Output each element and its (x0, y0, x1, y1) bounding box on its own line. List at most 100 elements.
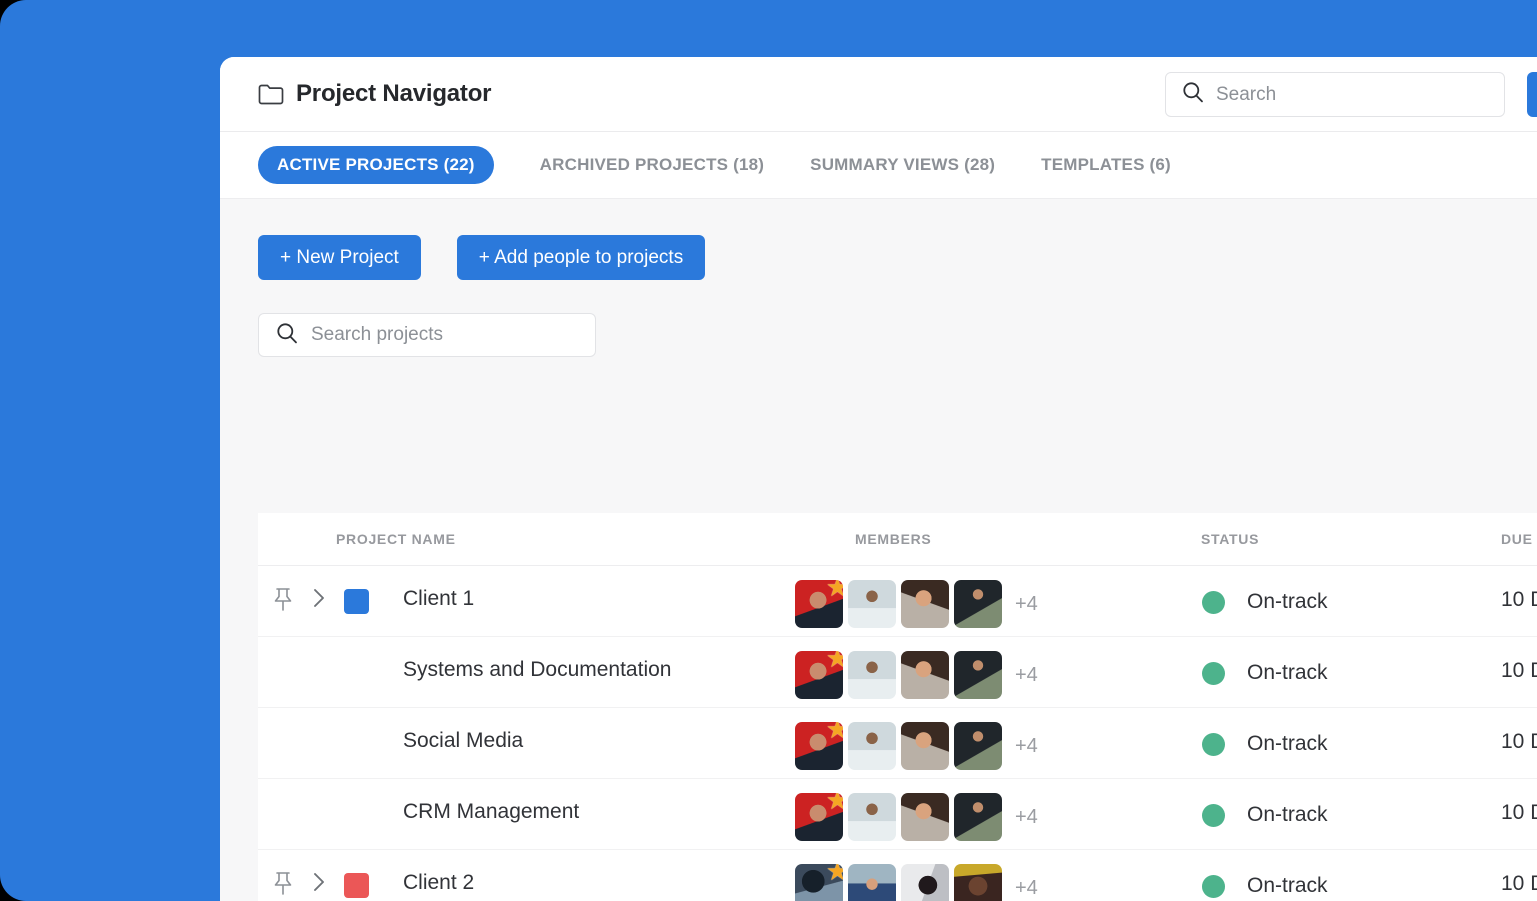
star-icon: ★ (825, 722, 843, 744)
action-buttons: + New Project + Add people to projects (220, 199, 1537, 280)
member-avatars[interactable]: ★ +4 (795, 864, 1038, 901)
project-search-input[interactable]: Search projects (258, 313, 596, 357)
new-project-button[interactable]: + New Project (258, 235, 421, 280)
status-badge: On-track (1202, 661, 1328, 685)
avatar[interactable]: ★ (795, 651, 843, 699)
column-header-project-name: PROJECT NAME (336, 531, 456, 547)
table-row[interactable]: Systems and Documentation ★ +4 On-track 10 D (258, 637, 1537, 708)
chevron-right-icon[interactable] (312, 587, 326, 614)
tab-active-projects[interactable]: ACTIVE PROJECTS (22) (258, 146, 494, 184)
member-avatars[interactable]: ★ +4 (795, 651, 1038, 699)
title-bar-right: Search (1165, 57, 1537, 132)
add-people-button[interactable]: + Add people to projects (456, 235, 706, 280)
table-body: Client 1★+4On-track10 DSystems and Docum… (258, 566, 1537, 901)
avatar[interactable]: ★ (795, 864, 843, 901)
avatar[interactable] (954, 580, 1002, 628)
projects-table: PROJECT NAME MEMBERS STATUS DUE D Client… (258, 513, 1537, 901)
project-search-placeholder: Search projects (311, 324, 444, 345)
tab-summary-views[interactable]: SUMMARY VIEWS (28) (810, 146, 995, 184)
avatar[interactable] (901, 722, 949, 770)
column-header-members: MEMBERS (855, 531, 932, 547)
project-name: Systems and Documentation (403, 658, 672, 681)
status-dot (1202, 661, 1225, 685)
column-header-due-date: DUE D (1501, 531, 1537, 547)
member-overflow-count: +4 (1015, 805, 1038, 828)
avatar[interactable] (954, 864, 1002, 901)
status-dot (1202, 803, 1225, 827)
avatar[interactable]: ★ (795, 793, 843, 841)
content-area: + New Project + Add people to projects S… (220, 199, 1537, 901)
avatar[interactable]: ★ (795, 722, 843, 770)
avatar[interactable] (848, 580, 896, 628)
search-icon (1182, 81, 1204, 108)
avatar[interactable] (954, 722, 1002, 770)
table-row[interactable]: Client 1 ★ +4 On-track 10 D (258, 566, 1537, 637)
search-input[interactable]: Search (1165, 72, 1505, 117)
project-color-swatch (344, 589, 369, 614)
status-badge: On-track (1202, 803, 1328, 827)
table-row[interactable]: Client 2 ★ +4 On-track 10 D (258, 850, 1537, 901)
tab-templates[interactable]: TEMPLATES (6) (1041, 146, 1171, 184)
star-icon: ★ (825, 651, 843, 673)
chevron-right-icon[interactable] (312, 871, 326, 898)
status-label: On-track (1247, 732, 1328, 755)
member-avatars[interactable]: ★ +4 (795, 580, 1038, 628)
project-color-swatch (344, 873, 369, 898)
search-icon (276, 322, 298, 349)
table-header-row: PROJECT NAME MEMBERS STATUS DUE D (258, 513, 1537, 566)
member-overflow-count: +4 (1015, 734, 1038, 757)
tab-bar: ACTIVE PROJECTS (22) ARCHIVED PROJECTS (… (220, 132, 1537, 199)
due-date: 10 D (1501, 588, 1537, 611)
project-name: Client 2 (403, 871, 475, 894)
star-icon: ★ (825, 864, 843, 886)
member-avatars[interactable]: ★ +4 (795, 722, 1038, 770)
member-overflow-count: +4 (1015, 663, 1038, 686)
status-dot (1202, 590, 1225, 614)
avatar[interactable] (848, 864, 896, 901)
avatar[interactable] (848, 651, 896, 699)
table-row[interactable]: CRM Management ★ +4 On-track 10 D (258, 779, 1537, 850)
page-title: Project Navigator (296, 80, 492, 107)
title-bar: Project Navigator Search (220, 57, 1537, 132)
due-date: 10 D (1501, 730, 1537, 753)
search-placeholder: Search (1216, 83, 1277, 105)
status-label: On-track (1247, 803, 1328, 826)
folder-icon (258, 83, 284, 105)
avatar[interactable] (848, 722, 896, 770)
pin-icon[interactable] (272, 587, 294, 618)
due-date: 10 D (1501, 801, 1537, 824)
status-badge: On-track (1202, 590, 1328, 614)
overflow-action-button[interactable] (1527, 72, 1537, 117)
pin-icon[interactable] (272, 871, 294, 901)
status-badge: On-track (1202, 732, 1328, 756)
avatar[interactable] (954, 651, 1002, 699)
status-badge: On-track (1202, 874, 1328, 898)
member-overflow-count: +4 (1015, 876, 1038, 899)
project-name: Social Media (403, 729, 524, 752)
status-label: On-track (1247, 661, 1328, 684)
avatar[interactable] (954, 793, 1002, 841)
table-row[interactable]: Social Media ★ +4 On-track 10 D (258, 708, 1537, 779)
status-label: On-track (1247, 874, 1328, 897)
project-name: Client 1 (403, 587, 475, 610)
star-icon: ★ (825, 580, 843, 602)
avatar[interactable] (848, 793, 896, 841)
due-date: 10 D (1501, 659, 1537, 682)
star-icon: ★ (825, 793, 843, 815)
member-overflow-count: +4 (1015, 592, 1038, 615)
avatar[interactable] (901, 864, 949, 901)
project-name: CRM Management (403, 800, 580, 823)
tab-archived-projects[interactable]: ARCHIVED PROJECTS (18) (540, 146, 765, 184)
avatar[interactable] (901, 793, 949, 841)
column-header-status: STATUS (1201, 531, 1260, 547)
avatar[interactable] (901, 580, 949, 628)
title-group: Project Navigator (258, 80, 492, 108)
status-dot (1202, 874, 1225, 898)
member-avatars[interactable]: ★ +4 (795, 793, 1038, 841)
status-dot (1202, 732, 1225, 756)
avatar[interactable]: ★ (795, 580, 843, 628)
app-window: Project Navigator Search ACTIVE PROJECTS… (220, 57, 1537, 901)
due-date: 10 D (1501, 872, 1537, 895)
status-label: On-track (1247, 590, 1328, 613)
avatar[interactable] (901, 651, 949, 699)
